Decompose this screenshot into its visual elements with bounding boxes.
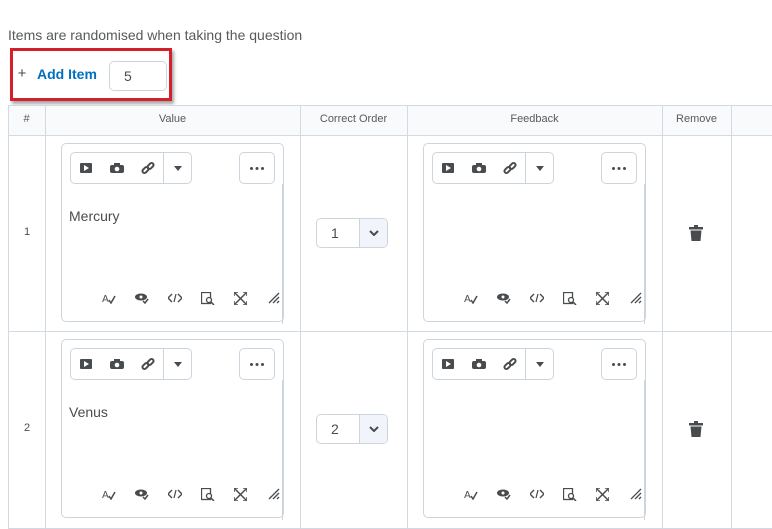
- editor-bottom-toolbar: A: [454, 483, 652, 505]
- value-text[interactable]: Mercury: [69, 208, 120, 224]
- caret-down-icon[interactable]: [525, 153, 553, 183]
- feedback-editor[interactable]: A: [423, 143, 646, 324]
- correct-order-value: 1: [331, 225, 339, 241]
- feedback-editor[interactable]: A: [423, 339, 646, 520]
- spellcheck-icon[interactable]: A: [92, 483, 125, 505]
- preview-icon[interactable]: [553, 287, 586, 309]
- fullscreen-icon[interactable]: [224, 287, 257, 309]
- correct-order-value: 2: [331, 421, 339, 437]
- editor-toolbar: [70, 348, 192, 380]
- svg-text:A: A: [102, 490, 109, 500]
- header-num: #: [23, 113, 30, 125]
- plus-icon: +: [17, 65, 27, 82]
- play-icon[interactable]: [71, 349, 102, 379]
- value-editor[interactable]: Venus A: [61, 339, 284, 520]
- resize-handle-icon[interactable]: [257, 287, 290, 309]
- caret-down-icon[interactable]: [163, 349, 191, 379]
- editor-toolbar: [432, 348, 554, 380]
- source-code-icon[interactable]: [158, 483, 191, 505]
- fullscreen-icon[interactable]: [586, 287, 619, 309]
- editor-toolbar: [70, 152, 192, 184]
- correct-order-select[interactable]: 1: [316, 218, 388, 248]
- accessibility-check-icon[interactable]: [487, 287, 520, 309]
- spellcheck-icon[interactable]: A: [454, 287, 487, 309]
- accessibility-check-icon[interactable]: [125, 287, 158, 309]
- editor-toolbar: [432, 152, 554, 184]
- resize-handle-icon[interactable]: [257, 483, 290, 505]
- chevron-down-icon: [359, 219, 387, 247]
- caret-down-icon[interactable]: [525, 349, 553, 379]
- source-code-icon[interactable]: [520, 287, 553, 309]
- item-count-input[interactable]: [109, 61, 167, 91]
- preview-icon[interactable]: [553, 483, 586, 505]
- svg-text:A: A: [464, 294, 471, 304]
- randomised-note: Items are randomised when taking the que…: [8, 27, 303, 43]
- value-editor[interactable]: Mercury A: [61, 143, 284, 324]
- link-icon[interactable]: [132, 153, 163, 183]
- play-icon[interactable]: [433, 153, 464, 183]
- row-number: 1: [23, 226, 31, 238]
- items-table: # Value Correct Order Feedback Remove 1 …: [8, 105, 772, 529]
- editor-bottom-toolbar: A: [454, 287, 652, 309]
- add-item-label: Add Item: [37, 65, 97, 82]
- ellipsis-icon[interactable]: [601, 348, 637, 380]
- camera-icon[interactable]: [102, 349, 133, 379]
- spellcheck-icon[interactable]: A: [92, 287, 125, 309]
- chevron-down-icon: [359, 415, 387, 443]
- ellipsis-icon[interactable]: [239, 152, 275, 184]
- header-feedback: Feedback: [510, 113, 559, 125]
- row-number: 2: [23, 422, 31, 434]
- preview-icon[interactable]: [191, 483, 224, 505]
- ellipsis-icon[interactable]: [239, 348, 275, 380]
- header-value: Value: [158, 113, 187, 125]
- svg-text:A: A: [102, 294, 109, 304]
- camera-icon[interactable]: [464, 349, 495, 379]
- value-text[interactable]: Venus: [69, 404, 108, 420]
- resize-handle-icon[interactable]: [619, 287, 652, 309]
- link-icon[interactable]: [132, 349, 163, 379]
- link-icon[interactable]: [494, 153, 525, 183]
- header-remove: Remove: [676, 113, 717, 125]
- preview-icon[interactable]: [191, 287, 224, 309]
- add-item-highlight: + Add Item: [10, 48, 172, 101]
- editor-bottom-toolbar: A: [92, 287, 290, 309]
- play-icon[interactable]: [433, 349, 464, 379]
- camera-icon[interactable]: [464, 153, 495, 183]
- source-code-icon[interactable]: [520, 483, 553, 505]
- caret-down-icon[interactable]: [163, 153, 191, 183]
- resize-handle-icon[interactable]: [619, 483, 652, 505]
- spellcheck-icon[interactable]: A: [454, 483, 487, 505]
- add-item-button[interactable]: + Add Item: [17, 65, 97, 82]
- trash-icon[interactable]: [689, 225, 703, 241]
- accessibility-check-icon[interactable]: [487, 483, 520, 505]
- camera-icon[interactable]: [102, 153, 133, 183]
- fullscreen-icon[interactable]: [224, 483, 257, 505]
- source-code-icon[interactable]: [158, 287, 191, 309]
- trash-icon[interactable]: [689, 421, 703, 437]
- correct-order-select[interactable]: 2: [316, 414, 388, 444]
- link-icon[interactable]: [494, 349, 525, 379]
- editor-bottom-toolbar: A: [92, 483, 290, 505]
- header-correct-order: Correct Order: [319, 113, 388, 125]
- play-icon[interactable]: [71, 153, 102, 183]
- fullscreen-icon[interactable]: [586, 483, 619, 505]
- svg-text:A: A: [464, 490, 471, 500]
- accessibility-check-icon[interactable]: [125, 483, 158, 505]
- ellipsis-icon[interactable]: [601, 152, 637, 184]
